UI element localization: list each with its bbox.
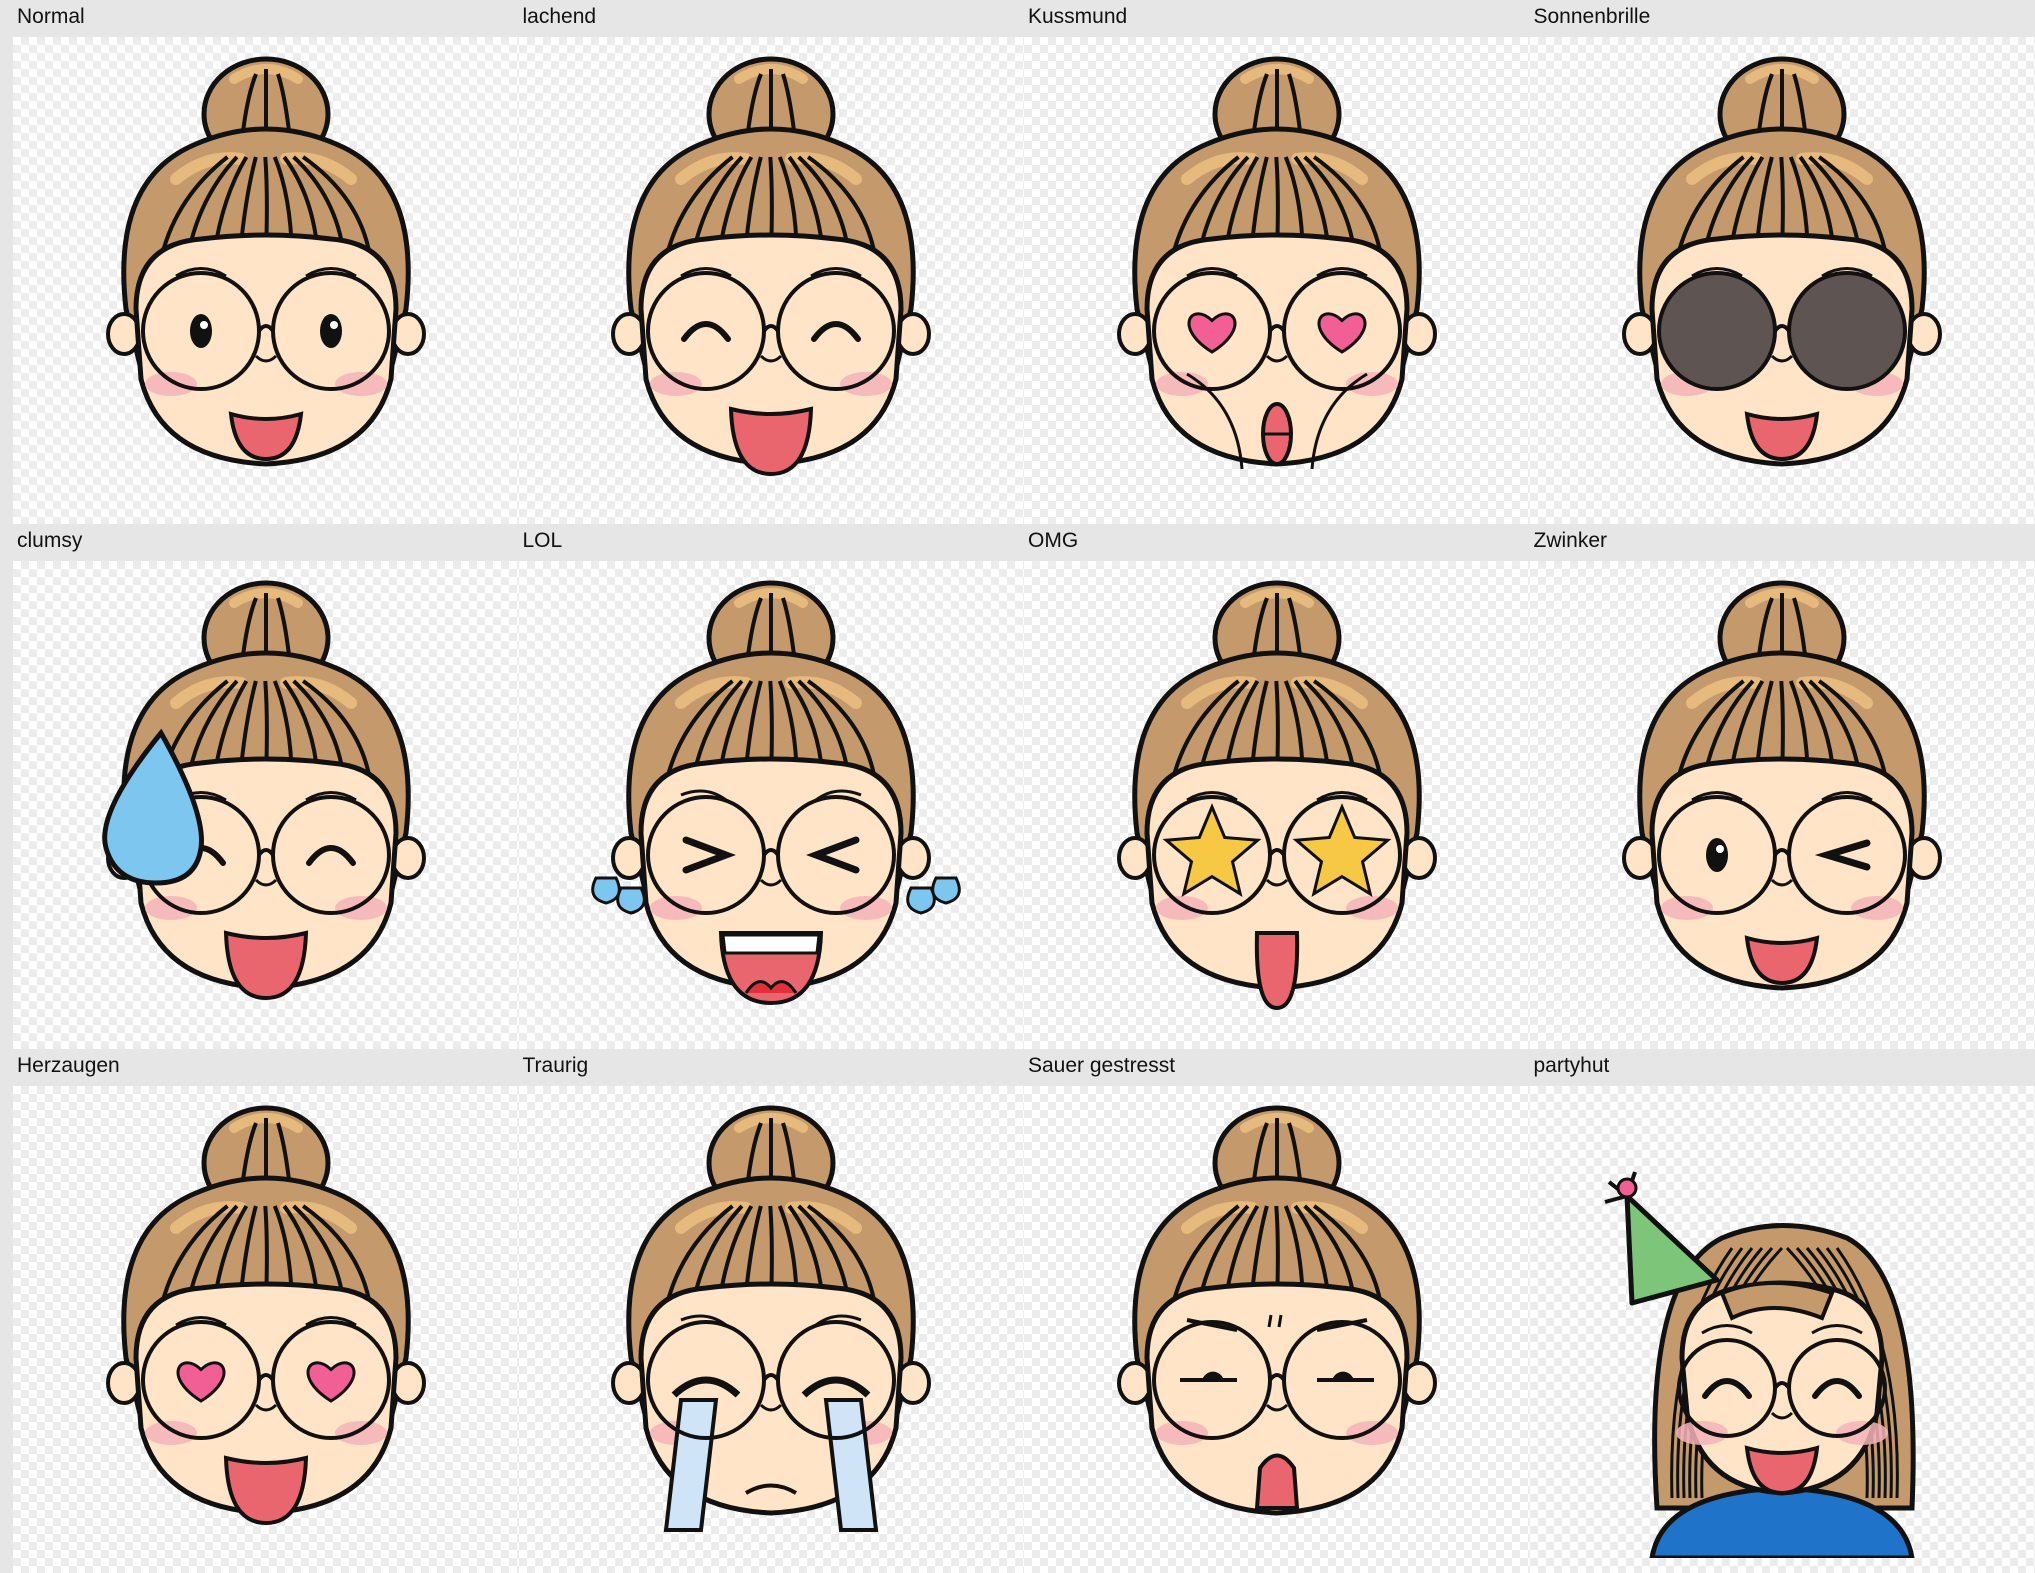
emoji-label: Herzaugen xyxy=(13,1048,519,1086)
emoji-label: clumsy xyxy=(13,524,519,562)
emoji-canvas[interactable] xyxy=(1024,37,1530,525)
emoji-canvas[interactable] xyxy=(1529,1085,2035,1573)
emoji-canvas[interactable] xyxy=(518,561,1024,1049)
emoji-cell-5[interactable]: clumsy xyxy=(13,524,519,1049)
emoji-face-illustration xyxy=(1116,56,1437,470)
emoji-canvas[interactable] xyxy=(518,37,1024,525)
emoji-face-illustration xyxy=(102,580,426,1001)
emoji-sheet-grid: Normal lachend Kussmund Sonnenbrille clu… xyxy=(13,0,2035,1573)
emoji-cell-8[interactable]: Zwinker xyxy=(1529,524,2035,1049)
glasses-left-lens xyxy=(1657,271,1778,391)
emoji-cell-6[interactable]: LOL xyxy=(518,524,1024,1049)
emoji-face-illustration xyxy=(105,1105,426,1525)
emoji-cell-10[interactable]: Traurig xyxy=(518,1048,1024,1573)
emoji-face-illustration xyxy=(105,56,426,467)
emoji-label: Kussmund xyxy=(1024,0,1530,37)
emoji-canvas[interactable] xyxy=(13,37,519,525)
emoji-face-illustration xyxy=(611,1105,932,1532)
tear-left xyxy=(591,876,647,915)
emoji-label: Sonnenbrille xyxy=(1529,0,2035,37)
emoji-canvas[interactable] xyxy=(1024,561,1530,1049)
emoji-face-illustration xyxy=(611,56,932,477)
emoji-canvas[interactable] xyxy=(13,1085,519,1573)
emoji-face-illustration xyxy=(591,580,962,1006)
emoji-canvas[interactable] xyxy=(518,1085,1024,1573)
emoji-face-illustration xyxy=(1622,580,1943,991)
emoji-label: Traurig xyxy=(518,1048,1024,1086)
glasses-right-lens xyxy=(1787,271,1908,391)
emoji-label: Sauer gestresst xyxy=(1024,1048,1530,1086)
emoji-cell-9[interactable]: Herzaugen xyxy=(13,1048,519,1573)
emoji-cell-11[interactable]: Sauer gestresst xyxy=(1024,1048,1530,1573)
emoji-face-illustration xyxy=(1116,1105,1437,1516)
emoji-label: Normal xyxy=(13,0,519,37)
emoji-canvas[interactable] xyxy=(13,561,519,1049)
emoji-cell-2[interactable]: lachend xyxy=(518,0,1024,525)
emoji-face-illustration xyxy=(1604,1171,1916,1558)
emoji-cell-4[interactable]: Sonnenbrille xyxy=(1529,0,2035,525)
emoji-label: LOL xyxy=(518,524,1024,562)
emoji-canvas[interactable] xyxy=(1529,37,2035,525)
emoji-label: lachend xyxy=(518,0,1024,37)
tear-right xyxy=(906,876,962,915)
emoji-cell-3[interactable]: Kussmund xyxy=(1024,0,1530,525)
emoji-face-illustration xyxy=(1622,56,1943,467)
emoji-label: Zwinker xyxy=(1529,524,2035,562)
emoji-face-illustration xyxy=(1116,580,1437,1011)
emoji-cell-1[interactable]: Normal xyxy=(13,0,519,525)
emoji-canvas[interactable] xyxy=(1529,561,2035,1049)
emoji-cell-7[interactable]: OMG xyxy=(1024,524,1530,1049)
emoji-cell-12[interactable]: partyhut xyxy=(1529,1048,2035,1573)
emoji-label: OMG xyxy=(1024,524,1530,562)
emoji-label: partyhut xyxy=(1529,1048,2035,1086)
emoji-canvas[interactable] xyxy=(1024,1085,1530,1573)
